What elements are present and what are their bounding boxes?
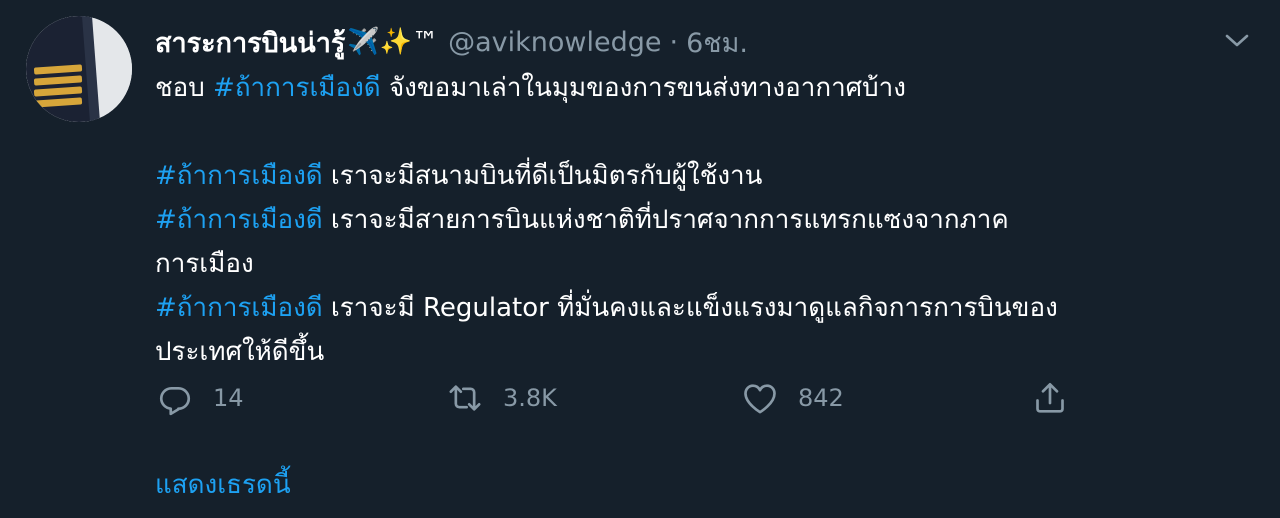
hashtag-link[interactable]: #ถ้าการเมืองดี	[213, 73, 381, 103]
tweet-text-segment: เราจะมี Regulator ที่มั่นคงและแข็งแรงมาด…	[322, 293, 1058, 323]
tweet-text-line: ประเทศให้ดีขึ้น	[155, 330, 1215, 374]
user-handle[interactable]: @aviknowledge	[448, 27, 661, 58]
share-button[interactable]	[1030, 376, 1088, 420]
tweet-text-line	[155, 110, 1215, 154]
tweet-text-segment: เราจะมีสนามบินที่ดีเป็นมิตรกับผู้ใช้งาน	[322, 161, 763, 191]
tweet-text-segment: ชอบ	[155, 73, 214, 103]
tweet: สาระการบินน่ารู้ ✈️✨™ @aviknowledge · 6ช…	[0, 0, 1280, 518]
chevron-down-icon	[1225, 34, 1249, 47]
reply-button[interactable]: 14	[155, 376, 244, 420]
show-thread-link[interactable]: แสดงเธรดนี้	[155, 464, 291, 505]
share-icon	[1036, 383, 1064, 413]
tweet-text: ชอบ #ถ้าการเมืองดี จังขอมาเล่าในมุมของกา…	[155, 66, 1215, 374]
display-name[interactable]: สาระการบินน่ารู้	[155, 21, 345, 64]
hashtag-link[interactable]: #ถ้าการเมืองดี	[155, 161, 323, 191]
avatar[interactable]	[26, 16, 132, 122]
more-options-button[interactable]	[1222, 26, 1252, 56]
reply-icon	[159, 387, 191, 416]
like-button[interactable]: 842	[740, 376, 844, 420]
hashtag-link[interactable]: #ถ้าการเมืองดี	[155, 293, 323, 323]
tweet-header: สาระการบินน่ารู้ ✈️✨™ @aviknowledge · 6ช…	[155, 22, 1200, 62]
like-count: 842	[798, 384, 844, 412]
tweet-actions: 14 3.8K 842	[155, 376, 1095, 420]
tweet-text-segment: การเมือง	[155, 249, 254, 279]
tweet-text-line: การเมือง	[155, 242, 1215, 286]
tweet-text-line: ชอบ #ถ้าการเมืองดี จังขอมาเล่าในมุมของกา…	[155, 66, 1215, 110]
tweet-text-segment: ประเทศให้ดีขึ้น	[155, 337, 325, 367]
retweet-count: 3.8K	[503, 384, 557, 412]
separator-dot: ·	[669, 26, 679, 58]
tweet-text-line: #ถ้าการเมืองดี เราจะมีสนามบินที่ดีเป็นมิ…	[155, 154, 1215, 198]
retweet-button[interactable]: 3.8K	[445, 376, 557, 420]
tweet-text-segment: จังขอมาเล่าในมุมของการขนส่งทางอากาศบ้าง	[380, 73, 906, 103]
retweet-icon	[449, 385, 481, 411]
hashtag-link[interactable]: #ถ้าการเมืองดี	[155, 205, 323, 235]
tweet-text-line: #ถ้าการเมืองดี เราจะมีสายการบินแห่งชาติท…	[155, 198, 1215, 242]
like-icon	[744, 384, 776, 414]
tweet-text-line: #ถ้าการเมืองดี เราจะมี Regulator ที่มั่น…	[155, 286, 1215, 330]
reply-count: 14	[213, 384, 244, 412]
avatar-image	[26, 16, 132, 122]
name-emoji: ✈️✨™	[347, 27, 439, 57]
tweet-text-segment: เราจะมีสายการบินแห่งชาติที่ปราศจากการแทร…	[322, 205, 1009, 235]
timestamp[interactable]: 6ชม.	[686, 21, 748, 64]
